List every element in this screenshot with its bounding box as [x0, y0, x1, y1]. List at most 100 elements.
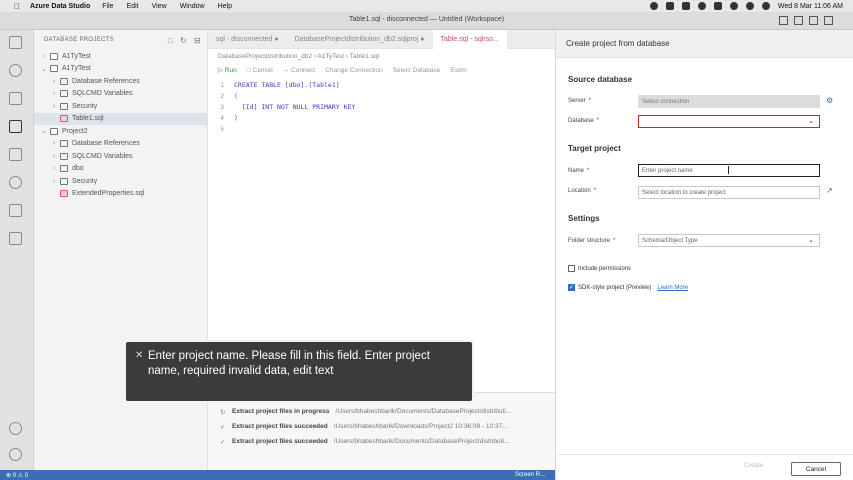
estimated-plan-button[interactable]: Estim	[450, 67, 466, 74]
menu-edit[interactable]: Edit	[127, 3, 139, 10]
toggle-sidebar-icon[interactable]	[779, 16, 788, 25]
display-icon[interactable]	[665, 2, 674, 10]
sql-icon	[60, 115, 68, 123]
bluetooth-icon[interactable]	[697, 2, 706, 10]
toggle-panel-icon[interactable]	[794, 16, 803, 25]
wifi-icon[interactable]	[729, 2, 738, 10]
toggle-secondary-sidebar-icon[interactable]	[809, 16, 818, 25]
code-text: )	[234, 113, 238, 122]
chevron-icon: ›	[52, 90, 56, 98]
app-status-icon[interactable]	[681, 2, 690, 10]
project-name-input[interactable]: Enter project name	[638, 164, 820, 177]
notebooks-icon[interactable]	[9, 92, 25, 108]
tree-item[interactable]: › A1TyTest	[34, 50, 207, 63]
tree-item[interactable]: › SQLCMD Variables	[34, 150, 207, 163]
tab-table-sql[interactable]: Table.sql - sqlrso...	[432, 29, 507, 49]
code-line[interactable]: 4)	[208, 112, 555, 123]
tree-item[interactable]: ExtendedProperties.sql	[34, 188, 207, 201]
browse-folder-icon[interactable]: ↗	[826, 186, 833, 195]
connect-button[interactable]: ↔ Connect	[283, 67, 316, 74]
manage-gear-icon[interactable]	[9, 448, 25, 464]
location-input[interactable]: Select location to create project	[638, 186, 820, 199]
select-database-dropdown[interactable]: Select Database	[393, 67, 441, 74]
control-center-icon[interactable]	[761, 2, 770, 10]
search-icon[interactable]	[745, 2, 754, 10]
problems-indicator[interactable]: ⊗ 0 ⚠ 0	[6, 472, 28, 479]
app-name-menu[interactable]: Azure Data Studio	[30, 3, 90, 10]
run-button[interactable]: ▷ Run	[218, 66, 237, 74]
select-connection-icon[interactable]: ⚙	[826, 96, 833, 105]
tree-item-label: A1TyTest	[62, 65, 91, 73]
code-line[interactable]: 5	[208, 123, 555, 134]
code-editor[interactable]: 1 CREATE TABLE [dbo].[Table1] 2(3 [Id] INT…	[208, 77, 555, 134]
apple-icon[interactable]: 	[14, 2, 20, 11]
code-line[interactable]: 2(	[208, 90, 555, 101]
screen-reader-indicator[interactable]: Screen R...	[515, 472, 545, 478]
close-icon[interactable]: ✕	[135, 348, 143, 363]
chevron-down-icon: ⌄	[808, 237, 814, 244]
database-dropdown[interactable]: ⌄	[638, 115, 820, 128]
tab-sqlproj[interactable]: DatabaseProjectdistribution_db2.sqlproj …	[287, 30, 433, 49]
cancel-button[interactable]: Cancel	[791, 462, 841, 476]
open-project-icon[interactable]: ↻	[180, 36, 187, 45]
account-icon[interactable]	[9, 422, 25, 438]
tooltip-text: Enter project name. Please fill in this …	[148, 350, 430, 377]
validation-tooltip: ✕ Enter project name. Please fill in thi…	[124, 340, 474, 403]
code-line[interactable]: 1 CREATE TABLE [dbo].[Table1]	[208, 79, 555, 90]
query-toolbar: ▷ Run □ Cancel ↔ Connect Change Connecti…	[208, 63, 555, 77]
tree-item[interactable]: ⌄ A1TyTest	[34, 63, 207, 76]
record-icon[interactable]	[649, 2, 658, 10]
create-button[interactable]: Create	[744, 462, 764, 469]
macos-menubar:  Azure Data Studio File Edit View Windo…	[0, 0, 853, 12]
tab-sql-disconnected[interactable]: sql - disconnected ●	[208, 30, 287, 49]
customize-layout-icon[interactable]	[824, 16, 833, 25]
tree-item[interactable]: › Security	[34, 175, 207, 188]
cancel-query-button[interactable]: □ Cancel	[247, 67, 273, 74]
ref-icon	[60, 140, 68, 148]
tree-item[interactable]: › Database References	[34, 138, 207, 151]
chevron-icon: ⌄	[41, 65, 47, 73]
database-icon[interactable]	[9, 232, 25, 248]
sidebar-toolbar: □ ↻ ⊟	[168, 36, 201, 45]
connections-icon[interactable]	[9, 36, 25, 52]
breadcrumb[interactable]: DatabaseProjectdistribution_db2 › A1TyTe…	[208, 49, 555, 63]
tree-item-label: Security	[72, 102, 98, 110]
extensions-icon[interactable]	[9, 204, 25, 220]
output-status: Extract project files in progress	[232, 408, 330, 415]
tree-item-label: Database References	[72, 77, 140, 85]
folder-structure-dropdown[interactable]: Schema/Object Type ⌄	[638, 234, 820, 247]
output-path: /Users/bhabeshbarik/Documents/DatabasePr…	[333, 438, 510, 445]
folder-structure-value: Schema/Object Type	[642, 237, 698, 244]
sdk-style-checkbox[interactable]: ✓ SDK-style project (Preview) Learn More	[568, 284, 688, 291]
server-field[interactable]: Select connection	[638, 95, 820, 108]
tree-item[interactable]: › Database References	[34, 75, 207, 88]
database-projects-icon[interactable]	[9, 120, 25, 136]
checkbox-box[interactable]	[568, 265, 575, 272]
tree-item[interactable]: Table1.sql	[34, 112, 207, 125]
menu-file[interactable]: File	[102, 3, 113, 10]
tree-item[interactable]: › SQLCMD Variables	[34, 88, 207, 101]
output-status: Extract project files succeeded	[232, 438, 328, 445]
menu-window[interactable]: Window	[180, 3, 205, 10]
database-projects-sidebar: DATABASE PROJECTS □ ↻ ⊟ › A1TyTest ⌄ A1TyTe…	[34, 30, 208, 470]
checkbox-checked-icon[interactable]: ✓	[568, 284, 575, 291]
tree-item[interactable]: ⌄ Project2	[34, 125, 207, 138]
learn-more-link[interactable]: Learn More	[657, 285, 688, 291]
include-permissions-checkbox[interactable]: Include permissions	[568, 265, 631, 272]
menubar-clock[interactable]: Wed 8 Mar 11:06 AM	[778, 3, 843, 10]
search-activity-icon[interactable]	[9, 64, 25, 80]
change-connection-button[interactable]: Change Connection	[325, 67, 382, 74]
code-line[interactable]: 3 [Id] INT NOT NULL PRIMARY KEY	[208, 101, 555, 112]
new-project-icon[interactable]: □	[168, 36, 173, 45]
menu-view[interactable]: View	[152, 3, 167, 10]
explorer-icon[interactable]	[9, 148, 25, 164]
menu-help[interactable]: Help	[218, 3, 232, 10]
tree-item[interactable]: › dbo	[34, 163, 207, 176]
output-status: Extract project files succeeded	[232, 423, 328, 430]
collapse-all-icon[interactable]: ⊟	[194, 36, 201, 45]
battery-icon[interactable]	[713, 2, 722, 10]
tree-item[interactable]: › Security	[34, 100, 207, 113]
sidebar-header: DATABASE PROJECTS □ ↻ ⊟	[34, 30, 207, 50]
var-icon	[60, 152, 68, 160]
source-control-icon[interactable]	[9, 176, 25, 192]
